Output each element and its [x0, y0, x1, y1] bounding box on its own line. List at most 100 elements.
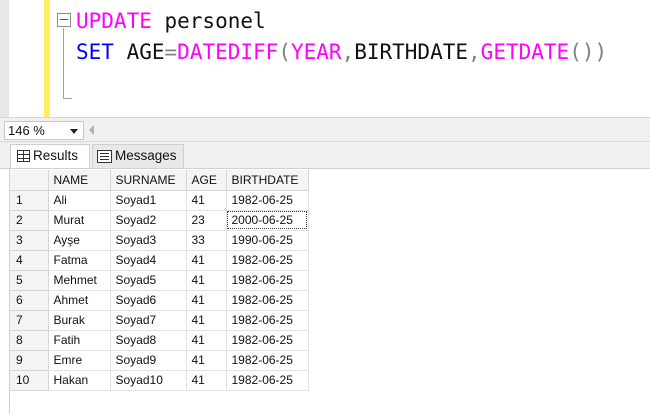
cell-surname[interactable]: Soyad5 [110, 270, 187, 291]
cell-surname[interactable]: Soyad2 [110, 210, 187, 231]
editor-left-strip [0, 0, 9, 117]
cell-surname[interactable]: Soyad9 [110, 350, 187, 371]
row-number[interactable]: 10 [10, 370, 49, 391]
table-row[interactable]: 3 Ayşe Soyad3 33 1990-06-25 [10, 230, 309, 251]
cell-name[interactable]: Burak [48, 310, 111, 331]
cell-age[interactable]: 41 [186, 290, 227, 311]
cell-age[interactable]: 41 [186, 310, 227, 331]
table-row[interactable]: 5 Mehmet Soyad5 41 1982-06-25 [10, 270, 309, 291]
cell-surname[interactable]: Soyad3 [110, 230, 187, 251]
row-number[interactable]: 3 [10, 230, 49, 251]
comma-1: , [341, 40, 355, 64]
cell-birthdate[interactable]: 1982-06-25 [226, 350, 309, 371]
cell-name[interactable]: Emre [48, 350, 111, 371]
scroll-left-icon[interactable] [89, 125, 94, 135]
column-name: AGE [113, 40, 165, 64]
table-row[interactable]: 7 Burak Soyad7 41 1982-06-25 [10, 310, 309, 331]
cell-name[interactable]: Fatih [48, 330, 111, 351]
tab-messages-label: Messages [115, 148, 177, 163]
zoom-dropdown[interactable]: 146 % [4, 121, 84, 140]
column-header-name[interactable]: NAME [48, 170, 111, 191]
sql-editor[interactable]: UPDATE personel SET AGE=DATEDIFF(YEAR,BI… [0, 0, 650, 117]
table-row[interactable]: 2 Murat Soyad2 23 2000-06-25 [10, 210, 309, 231]
function-datediff: DATEDIFF [177, 40, 279, 64]
cell-age[interactable]: 41 [186, 350, 227, 371]
column-header-birthdate[interactable]: BIRTHDATE [226, 170, 309, 191]
table-row[interactable]: 1 Ali Soyad1 41 1982-06-25 [10, 190, 309, 211]
function-getdate: GETDATE [480, 40, 570, 64]
outline-line [63, 28, 64, 98]
cell-surname[interactable]: Soyad6 [110, 290, 187, 311]
column-header-surname[interactable]: SURNAME [110, 170, 187, 191]
cell-name[interactable]: Ahmet [48, 290, 111, 311]
cell-surname[interactable]: Soyad1 [110, 190, 187, 211]
row-number[interactable]: 1 [10, 190, 49, 211]
cell-birthdate[interactable]: 1982-06-25 [226, 190, 309, 211]
cell-age[interactable]: 33 [186, 230, 227, 251]
column-header-age[interactable]: AGE [186, 170, 227, 191]
row-number[interactable]: 6 [10, 290, 49, 311]
tab-results[interactable]: Results [10, 144, 90, 168]
table-name: personel [151, 9, 266, 33]
messages-icon [97, 150, 112, 163]
chevron-down-icon[interactable] [70, 129, 78, 134]
cell-name[interactable]: Ayşe [48, 230, 111, 251]
cell-name[interactable]: Hakan [48, 370, 111, 391]
cell-surname[interactable]: Soyad7 [110, 310, 187, 331]
row-number[interactable]: 5 [10, 270, 49, 291]
cell-birthdate[interactable]: 1982-06-25 [226, 310, 309, 331]
cell-surname[interactable]: Soyad10 [110, 370, 187, 391]
cell-birthdate[interactable]: 1990-06-25 [226, 230, 309, 251]
cell-birthdate[interactable]: 1982-06-25 [226, 290, 309, 311]
cell-name[interactable]: Fatma [48, 250, 111, 271]
cell-age[interactable]: 41 [186, 250, 227, 271]
table-row[interactable]: 10 Hakan Soyad10 41 1982-06-25 [10, 370, 309, 391]
cell-name[interactable]: Murat [48, 210, 111, 231]
collapse-region-icon[interactable] [57, 13, 71, 27]
row-number[interactable]: 2 [10, 210, 49, 231]
cell-name[interactable]: Mehmet [48, 270, 111, 291]
table-row[interactable]: 9 Emre Soyad9 41 1982-06-25 [10, 350, 309, 371]
cell-age[interactable]: 41 [186, 370, 227, 391]
cell-age[interactable]: 41 [186, 330, 227, 351]
zoom-bar: 146 % [0, 117, 650, 142]
cell-age[interactable]: 41 [186, 190, 227, 211]
row-number[interactable]: 8 [10, 330, 49, 351]
keyword-update: UPDATE [76, 9, 152, 33]
code-line-1[interactable]: UPDATE personel [76, 9, 266, 33]
cell-age[interactable]: 41 [186, 270, 227, 291]
cell-birthdate-selected[interactable]: 2000-06-25 [226, 210, 309, 231]
corner-header-cell[interactable] [10, 170, 49, 191]
cell-birthdate[interactable]: 1982-06-25 [226, 250, 309, 271]
results-panel: NAME SURNAME AGE BIRTHDATE 1 Ali Soyad1 … [0, 168, 650, 414]
cell-age[interactable]: 23 [186, 210, 227, 231]
table-row[interactable]: 6 Ahmet Soyad6 41 1982-06-25 [10, 290, 309, 311]
code-line-2[interactable]: SET AGE=DATEDIFF(YEAR,BIRTHDATE,GETDATE(… [76, 40, 607, 64]
tab-results-label: Results [33, 148, 79, 163]
column-birthdate: BIRTHDATE [354, 40, 469, 64]
zoom-value: 146 % [8, 123, 45, 138]
outline-end-tick [63, 98, 72, 99]
cell-surname[interactable]: Soyad8 [110, 330, 187, 351]
editor-margin [9, 0, 44, 117]
results-tab-strip: Results Messages [0, 142, 650, 168]
empty-parens: () [569, 40, 595, 64]
cell-birthdate[interactable]: 1982-06-25 [226, 270, 309, 291]
cell-surname[interactable]: Soyad4 [110, 250, 187, 271]
keyword-set: SET [76, 40, 114, 64]
results-grid[interactable]: NAME SURNAME AGE BIRTHDATE 1 Ali Soyad1 … [10, 170, 309, 391]
grid-header-row: NAME SURNAME AGE BIRTHDATE [10, 170, 309, 191]
grid-icon [17, 150, 30, 162]
row-number[interactable]: 7 [10, 310, 49, 331]
change-tracking-bar [44, 0, 50, 117]
row-number[interactable]: 9 [10, 350, 49, 371]
table-row[interactable]: 4 Fatma Soyad4 41 1982-06-25 [10, 250, 309, 271]
tab-messages[interactable]: Messages [92, 144, 184, 168]
equals-operator: = [164, 40, 178, 64]
row-number[interactable]: 4 [10, 250, 49, 271]
cell-name[interactable]: Ali [48, 190, 111, 211]
comma-2: , [468, 40, 481, 64]
cell-birthdate[interactable]: 1982-06-25 [226, 370, 309, 391]
table-row[interactable]: 8 Fatih Soyad8 41 1982-06-25 [10, 330, 309, 351]
cell-birthdate[interactable]: 1982-06-25 [226, 330, 309, 351]
